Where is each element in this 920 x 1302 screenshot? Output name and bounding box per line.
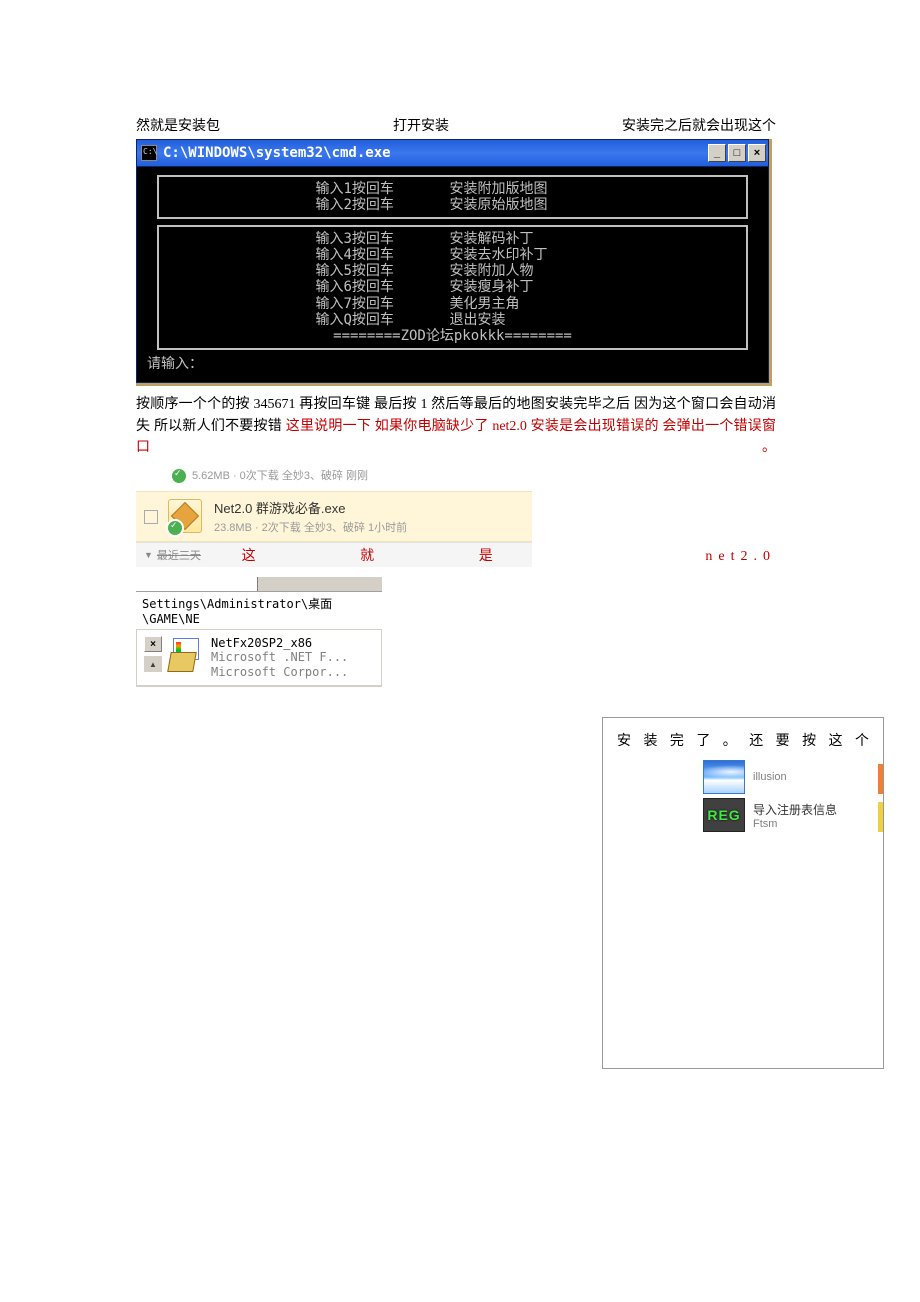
scroll-up-button[interactable]: ▲ xyxy=(144,656,162,672)
net-label-line: . 这就是 net2.0 xyxy=(136,545,776,565)
app-sub: Ftsm xyxy=(753,818,837,830)
check-badge-icon xyxy=(166,519,184,537)
app-name: illusion xyxy=(753,771,787,783)
app-item[interactable]: REG 导入注册表信息 Ftsm xyxy=(603,796,883,834)
right-panel: 安装完了。还要按这个 illusion REG 导入注册表信息 Ftsm xyxy=(602,717,884,1069)
intro-seg1: 然就是安装包 xyxy=(136,115,220,135)
explorer-tabs[interactable] xyxy=(136,577,382,592)
instruction-paragraph: 按顺序一个个的按 345671 再按回车键 最后按 1 然后等最后的地图安装完毕… xyxy=(136,394,776,459)
right-panel-heading: 安装完了。还要按这个 xyxy=(603,718,883,758)
cmd-row: 输入Q按回车退出安装 xyxy=(159,312,746,328)
cmd-row: 输入2按回车安装原始版地图 xyxy=(159,197,746,213)
cmd-icon xyxy=(141,145,157,161)
download-meta: 23.8MB · 2次下载 全妙3、破碎 1小时前 xyxy=(214,519,524,535)
registry-icon: REG xyxy=(703,798,745,832)
minimize-button[interactable]: _ xyxy=(708,144,726,162)
installer-icon xyxy=(169,636,205,672)
intro-line: 然就是安装包 打开安装 安装完之后就会出现这个 xyxy=(136,115,776,135)
cmd-footer: ========ZOD论坛pkokkk======== xyxy=(159,328,746,344)
checkbox[interactable] xyxy=(144,510,158,524)
cmd-row: 输入5按回车安装附加人物 xyxy=(159,263,746,279)
file-company: Microsoft Corpor... xyxy=(211,665,348,679)
cmd-row: 输入1按回车安装附加版地图 xyxy=(159,181,746,197)
close-button[interactable]: × xyxy=(144,636,162,652)
net-label: 这就是 net2.0 xyxy=(242,549,776,564)
app-item[interactable]: illusion xyxy=(603,758,883,796)
cmd-row: 输入6按回车安装瘦身补丁 xyxy=(159,279,746,295)
cmd-prompt: 请输入： xyxy=(147,356,758,372)
cmd-titlebar[interactable]: C:\WINDOWS\system32\cmd.exe _ □ × xyxy=(136,139,769,167)
cmd-row: 输入4按回车安装去水印补丁 xyxy=(159,247,746,263)
download-item[interactable]: Net2.0 群游戏必备.exe 23.8MB · 2次下载 全妙3、破碎 1小… xyxy=(136,491,532,542)
close-button[interactable]: × xyxy=(748,144,766,162)
file-description: Microsoft .NET F... xyxy=(211,650,348,664)
cmd-row: 输入3按回车安装解码补丁 xyxy=(159,231,746,247)
intro-seg3: 安装完之后就会出现这个 xyxy=(622,115,776,135)
cmd-window: C:\WINDOWS\system32\cmd.exe _ □ × 输入1按回车… xyxy=(136,139,772,386)
cmd-row: 输入7按回车美化男主角 xyxy=(159,296,746,312)
cmd-title: C:\WINDOWS\system32\cmd.exe xyxy=(163,145,706,161)
download-item[interactable]: 5.62MB · 0次下载 全妙3、破碎 刚刚 xyxy=(136,459,532,491)
explorer-snippet: Settings\Administrator\桌面\GAME\NE × ▲ Ne… xyxy=(136,577,382,687)
cmd-frame-2: 输入3按回车安装解码补丁 输入4按回车安装去水印补丁 输入5按回车安装附加人物 … xyxy=(157,225,748,350)
illusion-icon xyxy=(703,760,745,794)
cmd-body[interactable]: 输入1按回车安装附加版地图 输入2按回车安装原始版地图 输入3按回车安装解码补丁… xyxy=(136,167,769,383)
intro-seg2: 打开安装 xyxy=(393,115,449,135)
maximize-button[interactable]: □ xyxy=(728,144,746,162)
explorer-path[interactable]: Settings\Administrator\桌面\GAME\NE xyxy=(136,592,382,630)
download-meta: 5.62MB · 0次下载 全妙3、破碎 刚刚 xyxy=(192,467,524,483)
file-name: NetFx20SP2_x86 xyxy=(211,636,348,650)
decoration-bar xyxy=(878,802,883,832)
decoration-bar xyxy=(878,764,883,794)
cmd-frame-1: 输入1按回车安装附加版地图 输入2按回车安装原始版地图 xyxy=(157,175,748,219)
app-name: 导入注册表信息 xyxy=(753,801,837,818)
check-badge-icon xyxy=(170,467,188,485)
download-name: Net2.0 群游戏必备.exe xyxy=(214,498,524,517)
file-item[interactable]: NetFx20SP2_x86 Microsoft .NET F... Micro… xyxy=(169,636,348,679)
